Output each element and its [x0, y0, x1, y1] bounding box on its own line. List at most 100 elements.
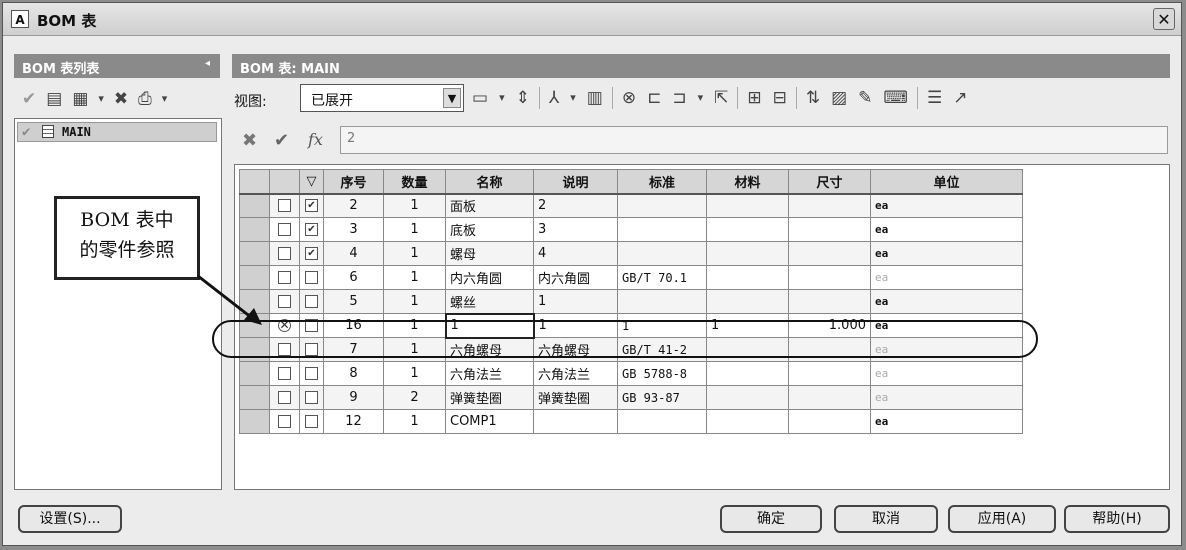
view-select[interactable]: 已展开 ▼ — [300, 84, 464, 112]
table-row[interactable]: ✔ 4 1 螺母 4 ea — [239, 241, 1023, 266]
status-checkbox[interactable] — [278, 415, 291, 428]
row-status-cell[interactable] — [269, 265, 300, 290]
print-icon[interactable]: ⎙ — [136, 87, 154, 111]
cell-name[interactable]: 内六角圆 — [445, 265, 534, 290]
table-row[interactable]: 9 2 弹簧垫圈 弹簧垫圈 GB 93-87 ea — [239, 385, 1023, 410]
cell-desc[interactable]: 3 — [533, 217, 618, 242]
row-status-cell[interactable] — [269, 337, 300, 362]
table-row[interactable]: 7 1 六角螺母 六角螺母 GB/T 41-2 ea — [239, 337, 1023, 362]
cell-id[interactable]: 7 — [323, 337, 384, 362]
cell-id[interactable]: 16 — [323, 313, 384, 338]
cell-size[interactable] — [788, 265, 871, 290]
cell-material[interactable] — [706, 361, 789, 386]
bom-list-item-main[interactable]: ✔ MAIN — [17, 122, 217, 142]
cell-qty[interactable]: 1 — [383, 193, 446, 218]
row-status-cell[interactable] — [269, 385, 300, 410]
cell-unit[interactable]: ea — [870, 385, 1023, 410]
filter-icon[interactable]: ▽ — [299, 169, 324, 195]
cell-id[interactable]: 4 — [323, 241, 384, 266]
row-include-cell[interactable] — [299, 313, 324, 338]
cell-standard[interactable]: 1 — [617, 313, 707, 338]
excluded-status-icon[interactable]: ✕ — [278, 319, 291, 332]
cell-qty[interactable]: 1 — [383, 217, 446, 242]
row-status-cell[interactable] — [269, 241, 300, 266]
cell-qty[interactable]: 1 — [383, 361, 446, 386]
exclude-icon[interactable]: ⊗ — [620, 86, 638, 110]
grid-view-icon[interactable]: ▭ — [470, 86, 490, 110]
cell-qty[interactable]: 1 — [383, 409, 446, 434]
cell-material[interactable] — [706, 265, 789, 290]
cell-unit[interactable]: ea — [870, 337, 1023, 362]
column-header-id[interactable]: 序号 — [323, 169, 384, 195]
status-checkbox[interactable] — [278, 247, 291, 260]
cell-material[interactable] — [706, 385, 789, 410]
row-header[interactable] — [239, 265, 270, 290]
cell-name[interactable]: 螺丝 — [445, 289, 534, 314]
collapse-icon[interactable]: ◂ — [205, 58, 210, 69]
chevron-down-icon[interactable]: ▼ — [443, 88, 461, 108]
table-row[interactable]: ✕ 16 1 1 1 1 1 1.000 ea — [239, 312, 1023, 339]
filter-icon[interactable]: ▨ — [829, 86, 849, 110]
status-checkbox[interactable] — [278, 295, 291, 308]
settings-button[interactable]: 设置(S)... — [18, 505, 122, 533]
cell-id[interactable]: 8 — [323, 361, 384, 386]
cell-qty[interactable]: 1 — [383, 313, 446, 338]
row-status-cell[interactable] — [269, 289, 300, 314]
cell-name[interactable]: 弹簧垫圈 — [445, 385, 534, 410]
cell-id[interactable]: 6 — [323, 265, 384, 290]
table-row[interactable]: ✔ 2 1 面板 2 ea — [239, 193, 1023, 218]
cell-size[interactable] — [788, 337, 871, 362]
collapse-rows-icon[interactable]: ⊟ — [771, 86, 789, 110]
cell-standard[interactable] — [617, 217, 707, 242]
row-include-cell[interactable] — [299, 265, 324, 290]
cell-standard[interactable] — [617, 241, 707, 266]
table-row[interactable]: 5 1 螺丝 1 ea — [239, 289, 1023, 314]
cell-unit[interactable]: ea — [870, 193, 1023, 218]
cell-material[interactable] — [706, 217, 789, 242]
cell-desc[interactable]: 4 — [533, 241, 618, 266]
cell-standard[interactable] — [617, 409, 707, 434]
cell-size[interactable] — [788, 289, 871, 314]
export-icon[interactable]: ⇱ — [712, 86, 730, 110]
cell-id[interactable]: 9 — [323, 385, 384, 410]
cell-desc[interactable]: 2 — [533, 193, 618, 218]
row-header[interactable] — [239, 337, 270, 362]
row-status-cell[interactable] — [269, 217, 300, 242]
check-icon[interactable]: ✔ — [20, 87, 38, 111]
row-include-cell[interactable]: ✔ — [299, 193, 324, 218]
cell-size[interactable] — [788, 409, 871, 434]
cell-unit[interactable]: ea — [870, 217, 1023, 242]
cell-id[interactable]: 2 — [323, 193, 384, 218]
cell-desc[interactable]: 六角螺母 — [533, 337, 618, 362]
include-checkbox[interactable] — [305, 295, 318, 308]
grid-view-dropdown-icon[interactable]: ▾ — [497, 86, 507, 110]
row-header[interactable] — [239, 289, 270, 314]
cell-id[interactable]: 5 — [323, 289, 384, 314]
cell-standard[interactable]: GB/T 41-2 — [617, 337, 707, 362]
include-checkbox[interactable] — [305, 391, 318, 404]
include-checkbox[interactable]: ✔ — [305, 223, 318, 236]
cell-qty[interactable]: 1 — [383, 265, 446, 290]
cell-name[interactable]: 六角法兰 — [445, 361, 534, 386]
cell-size[interactable] — [788, 241, 871, 266]
row-status-cell[interactable] — [269, 361, 300, 386]
cell-qty[interactable]: 1 — [383, 241, 446, 266]
print-dropdown-icon[interactable]: ▾ — [160, 87, 170, 111]
cell-unit[interactable]: ea — [870, 289, 1023, 314]
include-checkbox[interactable] — [305, 367, 318, 380]
cell-unit[interactable]: ea — [870, 361, 1023, 386]
status-checkbox[interactable] — [278, 199, 291, 213]
properties-icon[interactable]: ▦ — [70, 87, 90, 111]
row-header[interactable] — [239, 217, 270, 242]
cell-desc[interactable]: 1 — [533, 289, 618, 314]
row-include-cell[interactable] — [299, 337, 324, 362]
split-dropdown-icon[interactable]: ▾ — [696, 86, 706, 110]
cell-name[interactable]: 螺母 — [445, 241, 534, 266]
split-icon[interactable]: ⊐ — [670, 86, 688, 110]
row-include-cell[interactable] — [299, 361, 324, 386]
cell-unit[interactable]: ea — [870, 313, 1023, 338]
cell-unit[interactable]: ea — [870, 241, 1023, 266]
function-icon[interactable]: fx — [308, 130, 323, 149]
table-row[interactable]: 8 1 六角法兰 六角法兰 GB 5788-8 ea — [239, 361, 1023, 386]
cell-standard[interactable]: GB/T 70.1 — [617, 265, 707, 290]
